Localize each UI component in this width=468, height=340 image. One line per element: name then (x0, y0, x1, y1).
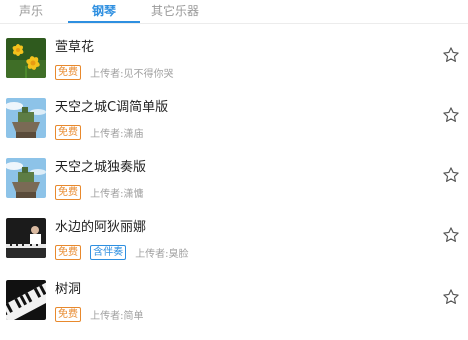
song-title: 天空之城独奏版 (55, 160, 147, 175)
uploader-label: 上传者:见不得你哭 (90, 69, 174, 80)
star-outline-icon[interactable] (442, 166, 460, 184)
free-badge: 免费 (55, 245, 81, 260)
song-meta: 免费 上传者:潇庙 (55, 122, 144, 140)
star-outline-icon[interactable] (442, 46, 460, 64)
category-tabs: 声乐 钢琴 其它乐器 (0, 0, 468, 24)
list-item[interactable]: 水边的阿狄丽娜 免费 含伴奏 上传者:臭脸 (0, 218, 468, 278)
song-title: 天空之城C调简单版 (55, 100, 169, 115)
list-item[interactable]: 天空之城独奏版 免费 上传者:潇慵 (0, 158, 468, 218)
free-badge: 免费 (55, 307, 81, 322)
list-item[interactable]: 树洞 免费 上传者:简单 (0, 280, 468, 340)
list-item[interactable]: 萱草花 免费 上传者:见不得你哭 (0, 38, 468, 98)
song-cover-piano-keys (6, 280, 46, 320)
song-title: 萱草花 (55, 40, 95, 55)
uploader-label: 上传者:潇庙 (90, 129, 144, 140)
star-outline-icon[interactable] (442, 288, 460, 306)
song-meta: 免费 上传者:简单 (55, 304, 144, 322)
uploader-label: 上传者:简单 (90, 311, 144, 322)
uploader-label: 上传者:潇慵 (90, 189, 144, 200)
song-meta: 免费 上传者:潇慵 (55, 182, 144, 200)
list-item[interactable]: 天空之城C调简单版 免费 上传者:潇庙 (0, 98, 468, 158)
free-badge: 免费 (55, 125, 81, 140)
song-meta: 免费 含伴奏 上传者:臭脸 (55, 242, 189, 260)
tab-vocal[interactable]: 声乐 (8, 2, 54, 20)
uploader-label: 上传者:臭脸 (135, 249, 189, 260)
star-outline-icon[interactable] (442, 106, 460, 124)
song-cover-yellow-flowers (6, 38, 46, 78)
star-outline-icon[interactable] (442, 226, 460, 244)
song-title: 水边的阿狄丽娜 (55, 220, 147, 235)
song-cover-castle-in-sky (6, 158, 46, 198)
accompaniment-badge: 含伴奏 (90, 245, 127, 260)
tabs-divider (0, 23, 468, 24)
tab-other-instruments[interactable]: 其它乐器 (145, 2, 205, 20)
song-cover-pianist (6, 218, 46, 258)
song-cover-castle-in-sky (6, 98, 46, 138)
tab-piano[interactable]: 钢琴 (68, 2, 140, 20)
song-title: 树洞 (55, 282, 82, 297)
free-badge: 免费 (55, 65, 81, 80)
free-badge: 免费 (55, 185, 81, 200)
song-meta: 免费 上传者:见不得你哭 (55, 62, 174, 80)
